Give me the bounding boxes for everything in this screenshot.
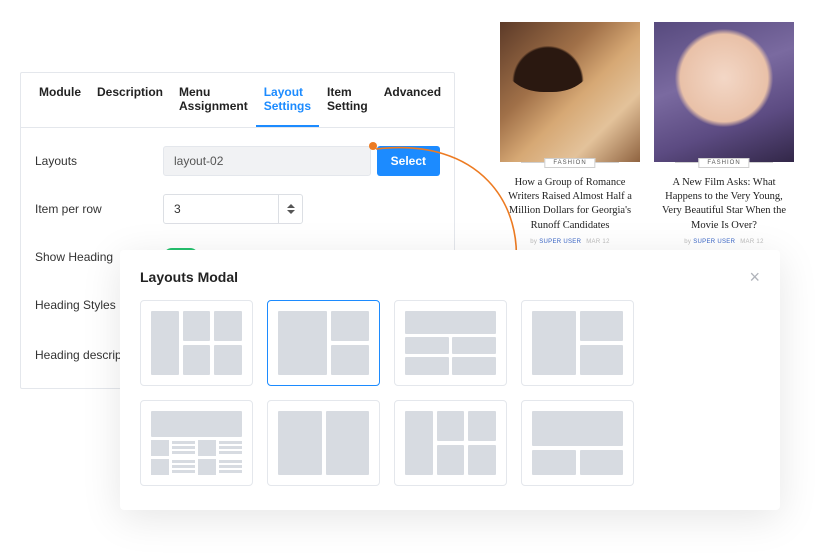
select-button[interactable]: Select (377, 146, 440, 176)
item-per-row-input[interactable]: 3 (163, 194, 303, 224)
item-per-row-label: Item per row (35, 202, 163, 216)
chevron-down-icon (287, 210, 295, 214)
layout-option-1[interactable] (140, 300, 253, 386)
row-item-per-row: Item per row 3 (35, 194, 440, 224)
preview-card: FASHION A New Film Asks: What Happens to… (654, 22, 794, 245)
category-badge[interactable]: FASHION (698, 158, 749, 168)
card-meta: bySUPER USERMAR 12 (500, 239, 640, 245)
card-image: FASHION (654, 22, 794, 162)
tab-module[interactable]: Module (31, 73, 89, 127)
modal-title: Layouts Modal (140, 269, 238, 285)
tab-description[interactable]: Description (89, 73, 171, 127)
layouts-value: layout-02 (174, 154, 223, 168)
preview-card: FASHION How a Group of Romance Writers R… (500, 22, 640, 245)
layout-option-2[interactable] (267, 300, 380, 386)
layout-option-7[interactable] (394, 400, 507, 486)
card-title[interactable]: A New Film Asks: What Happens to the Ver… (654, 176, 794, 233)
quantity-stepper[interactable] (278, 195, 302, 223)
layout-grid (140, 300, 760, 486)
modal-header: Layouts Modal × (140, 268, 760, 286)
layout-option-4[interactable] (521, 300, 634, 386)
item-per-row-value: 3 (164, 202, 191, 216)
tab-menu-assignment[interactable]: Menu Assignment (171, 73, 256, 127)
card-meta: bySUPER USERMAR 12 (654, 239, 794, 245)
tab-bar: Module Description Menu Assignment Layou… (21, 73, 454, 128)
close-icon[interactable]: × (749, 268, 760, 286)
category-badge[interactable]: FASHION (544, 158, 595, 168)
row-layouts: Layouts layout-02 Select (35, 146, 440, 176)
layout-option-5[interactable] (140, 400, 253, 486)
callout-dot-icon (369, 142, 377, 150)
layouts-input[interactable]: layout-02 (163, 146, 371, 176)
card-image: FASHION (500, 22, 640, 162)
tab-advanced[interactable]: Advanced (376, 73, 449, 127)
layout-option-3[interactable] (394, 300, 507, 386)
card-date: MAR 12 (740, 239, 763, 245)
tab-layout-settings[interactable]: Layout Settings (256, 73, 319, 127)
card-date: MAR 12 (586, 239, 609, 245)
tab-item-setting[interactable]: Item Setting (319, 73, 376, 127)
card-author[interactable]: SUPER USER (693, 239, 735, 245)
layout-option-6[interactable] (267, 400, 380, 486)
preview-cards: FASHION How a Group of Romance Writers R… (500, 22, 794, 245)
card-author[interactable]: SUPER USER (539, 239, 581, 245)
layouts-modal: Layouts Modal × (120, 250, 780, 510)
layouts-label: Layouts (35, 154, 163, 168)
layout-option-8[interactable] (521, 400, 634, 486)
chevron-up-icon (287, 204, 295, 208)
card-title[interactable]: How a Group of Romance Writers Raised Al… (500, 176, 640, 233)
